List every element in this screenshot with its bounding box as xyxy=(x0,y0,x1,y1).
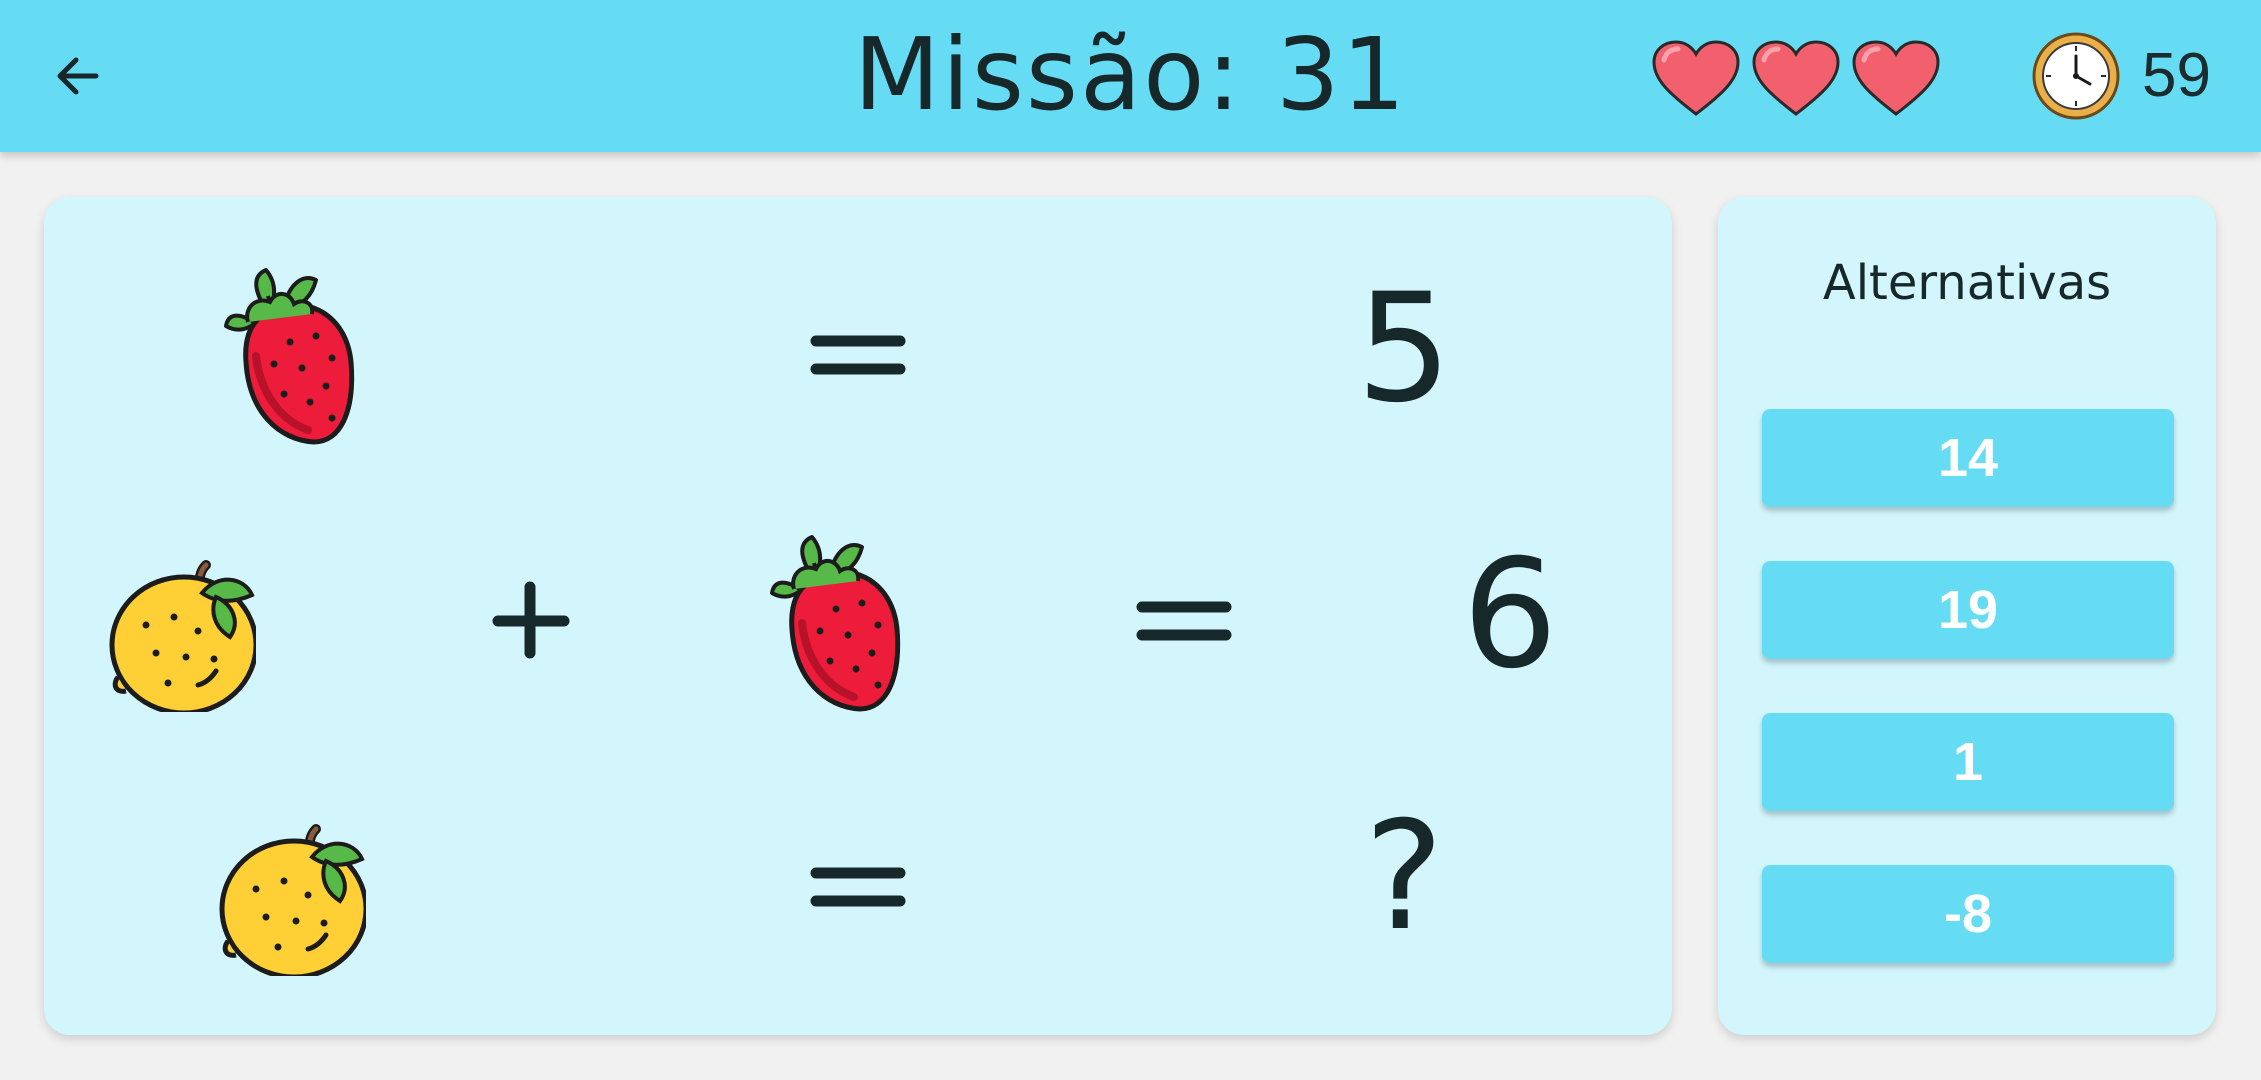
puzzle-panel: 5 6 ? xyxy=(44,197,1672,1035)
clock-icon xyxy=(2032,32,2120,120)
answers-title: Alternativas xyxy=(1822,255,2112,311)
row-2-result: 6 xyxy=(1462,528,1558,702)
equals-sign xyxy=(810,867,906,907)
timer-value: 59 xyxy=(2142,41,2211,110)
equals-sign xyxy=(810,335,906,375)
lemon-icon xyxy=(219,824,366,976)
answer-option-button[interactable]: 1 xyxy=(1762,713,2174,811)
strawberry-icon xyxy=(770,535,901,712)
answer-option-button[interactable]: 14 xyxy=(1762,409,2174,507)
heart-icon xyxy=(1852,40,1940,116)
answers-panel: Alternativas 14 19 1 -8 xyxy=(1718,197,2216,1035)
answer-option-button[interactable]: 19 xyxy=(1762,561,2174,659)
answer-option-button[interactable]: -8 xyxy=(1762,865,2174,963)
plus-sign xyxy=(492,581,570,659)
strawberry-icon xyxy=(224,268,355,445)
lemon-icon xyxy=(109,560,256,712)
row-1-result: 5 xyxy=(1356,262,1452,436)
heart-icon xyxy=(1752,40,1840,116)
row-3-result: ? xyxy=(1364,790,1444,964)
top-bar: Missão: 31 59 xyxy=(0,0,2261,152)
heart-icon xyxy=(1652,40,1740,116)
equals-sign xyxy=(1136,601,1232,641)
lives-indicator xyxy=(1650,38,1942,118)
